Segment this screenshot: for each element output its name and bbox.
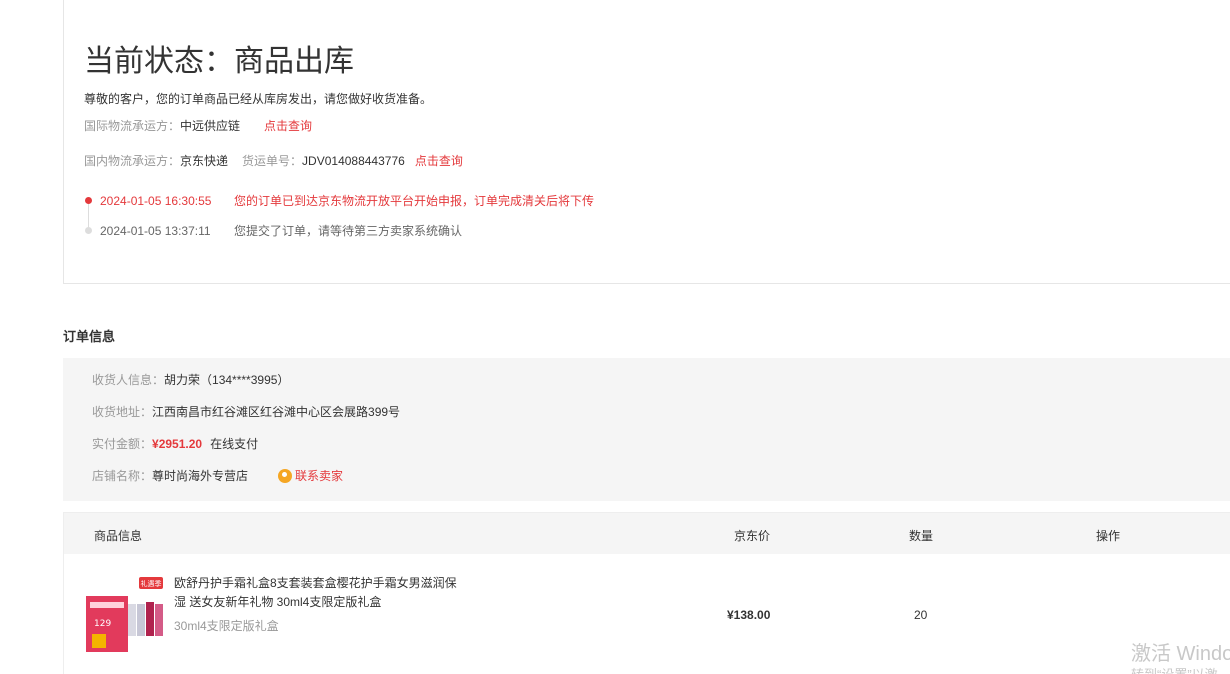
header-quantity: 数量 (909, 529, 934, 543)
shop-row: 店铺名称：尊时尚海外专营店 联系卖家 (92, 467, 343, 484)
windows-activation-hint: 转到“设置”以激 (1131, 664, 1218, 674)
receiver-value: 胡力荣（134****3995） (164, 373, 290, 387)
waybill-label: 货运单号： (242, 154, 303, 168)
product-spec: 30ml4支限定版礼盒 (174, 619, 279, 633)
tracking-item: 2024-01-05 13:37:11 您提交了订单，请等待第三方卖家系统确认 (84, 222, 594, 252)
contact-seller-label: 联系卖家 (295, 469, 344, 483)
address-row: 收货地址：江西南昌市红谷滩区红谷滩中心区会展路399号 (92, 403, 400, 420)
order-info-box: 收货人信息：胡力荣（134****3995） 收货地址：江西南昌市红谷滩区红谷滩… (63, 358, 1230, 501)
contact-seller-button[interactable]: 联系卖家 (278, 469, 343, 483)
tracking-timeline: 2024-01-05 16:30:55 您的订单已到达京东物流开放平台开始申报，订… (84, 192, 594, 252)
address-value: 江西南昌市红谷滩区红谷滩中心区会展路399号 (152, 405, 401, 419)
status-title: 当前状态：商品出库 (84, 44, 354, 79)
header-price: 京东价 (734, 529, 771, 543)
amount-row: 实付金额：¥2951.20 在线支付 (92, 435, 258, 452)
shop-value: 尊时尚海外专营店 (152, 469, 249, 483)
goods-table-header: 商品信息 京东价 数量 操作 (64, 513, 1230, 554)
product-thumbnail[interactable]: 礼遇季 129 (84, 574, 164, 654)
tracking-time: 2024-01-05 16:30:55 (100, 194, 212, 208)
intl-carrier-label: 国际物流承运方： (84, 119, 181, 133)
address-label: 收货地址： (92, 405, 153, 419)
timeline-dot-active (85, 197, 92, 204)
waybill-number: JDV014088443776 (302, 154, 405, 168)
header-operation: 操作 (1096, 529, 1121, 543)
thumb-price: 129 (94, 619, 111, 629)
status-description: 尊敬的客户，您的订单商品已经从库房发出，请您做好收货准备。 (84, 92, 433, 106)
header-goods-info: 商品信息 (94, 529, 143, 543)
order-info-title: 订单信息 (63, 329, 116, 344)
domestic-carrier-label: 国内物流承运方： (84, 154, 181, 168)
amount-label: 实付金额： (92, 437, 153, 451)
tracking-item: 2024-01-05 16:30:55 您的订单已到达京东物流开放平台开始申报，订… (84, 192, 594, 222)
goods-table: 商品信息 京东价 数量 操作 礼遇季 129 欧舒丹护手霜礼盒8支套装套盒樱花护… (63, 512, 1230, 674)
thumb-badge: 礼遇季 (141, 579, 162, 588)
product-name-link[interactable]: 欧舒丹护手霜礼盒8支套装套盒樱花护手霜女男滋润保湿 送女友新年礼物 30ml4支… (174, 574, 459, 612)
intl-carrier-value: 中远供应链 (180, 119, 241, 133)
tracking-text: 您提交了订单，请等待第三方卖家系统确认 (234, 224, 463, 238)
domestic-query-link[interactable]: 点击查询 (415, 154, 463, 168)
tracking-text: 您的订单已到达京东物流开放平台开始申报，订单完成清关后将下传 (234, 194, 595, 208)
amount-value: ¥2951.20 (152, 437, 203, 451)
chat-icon (278, 469, 293, 483)
shop-label: 店铺名称： (92, 469, 153, 483)
product-price: ¥138.00 (727, 608, 771, 622)
windows-activation-watermark: 激活 Windo (1131, 643, 1230, 665)
tracking-time: 2024-01-05 13:37:11 (100, 224, 211, 238)
receiver-row: 收货人信息：胡力荣（134****3995） (92, 371, 289, 388)
payment-method: 在线支付 (210, 437, 259, 451)
order-detail-page: 当前状态：商品出库 尊敬的客户，您的订单商品已经从库房发出，请您做好收货准备。 … (0, 0, 1230, 674)
receiver-label: 收货人信息： (92, 373, 165, 387)
product-quantity: 20 (914, 608, 928, 622)
domestic-carrier-row: 国内物流承运方：京东快递 货运单号：JDV014088443776 点击查询 (84, 152, 463, 169)
domestic-carrier-value: 京东快递 (180, 154, 229, 168)
table-row: 礼遇季 129 欧舒丹护手霜礼盒8支套装套盒樱花护手霜女男滋润保湿 送女友新年礼… (64, 554, 1230, 674)
intl-query-link[interactable]: 点击查询 (264, 119, 312, 133)
timeline-dot (85, 227, 92, 234)
order-status-panel: 当前状态：商品出库 尊敬的客户，您的订单商品已经从库房发出，请您做好收货准备。 … (63, 0, 1230, 284)
intl-carrier-row: 国际物流承运方：中远供应链 点击查询 (84, 117, 312, 134)
